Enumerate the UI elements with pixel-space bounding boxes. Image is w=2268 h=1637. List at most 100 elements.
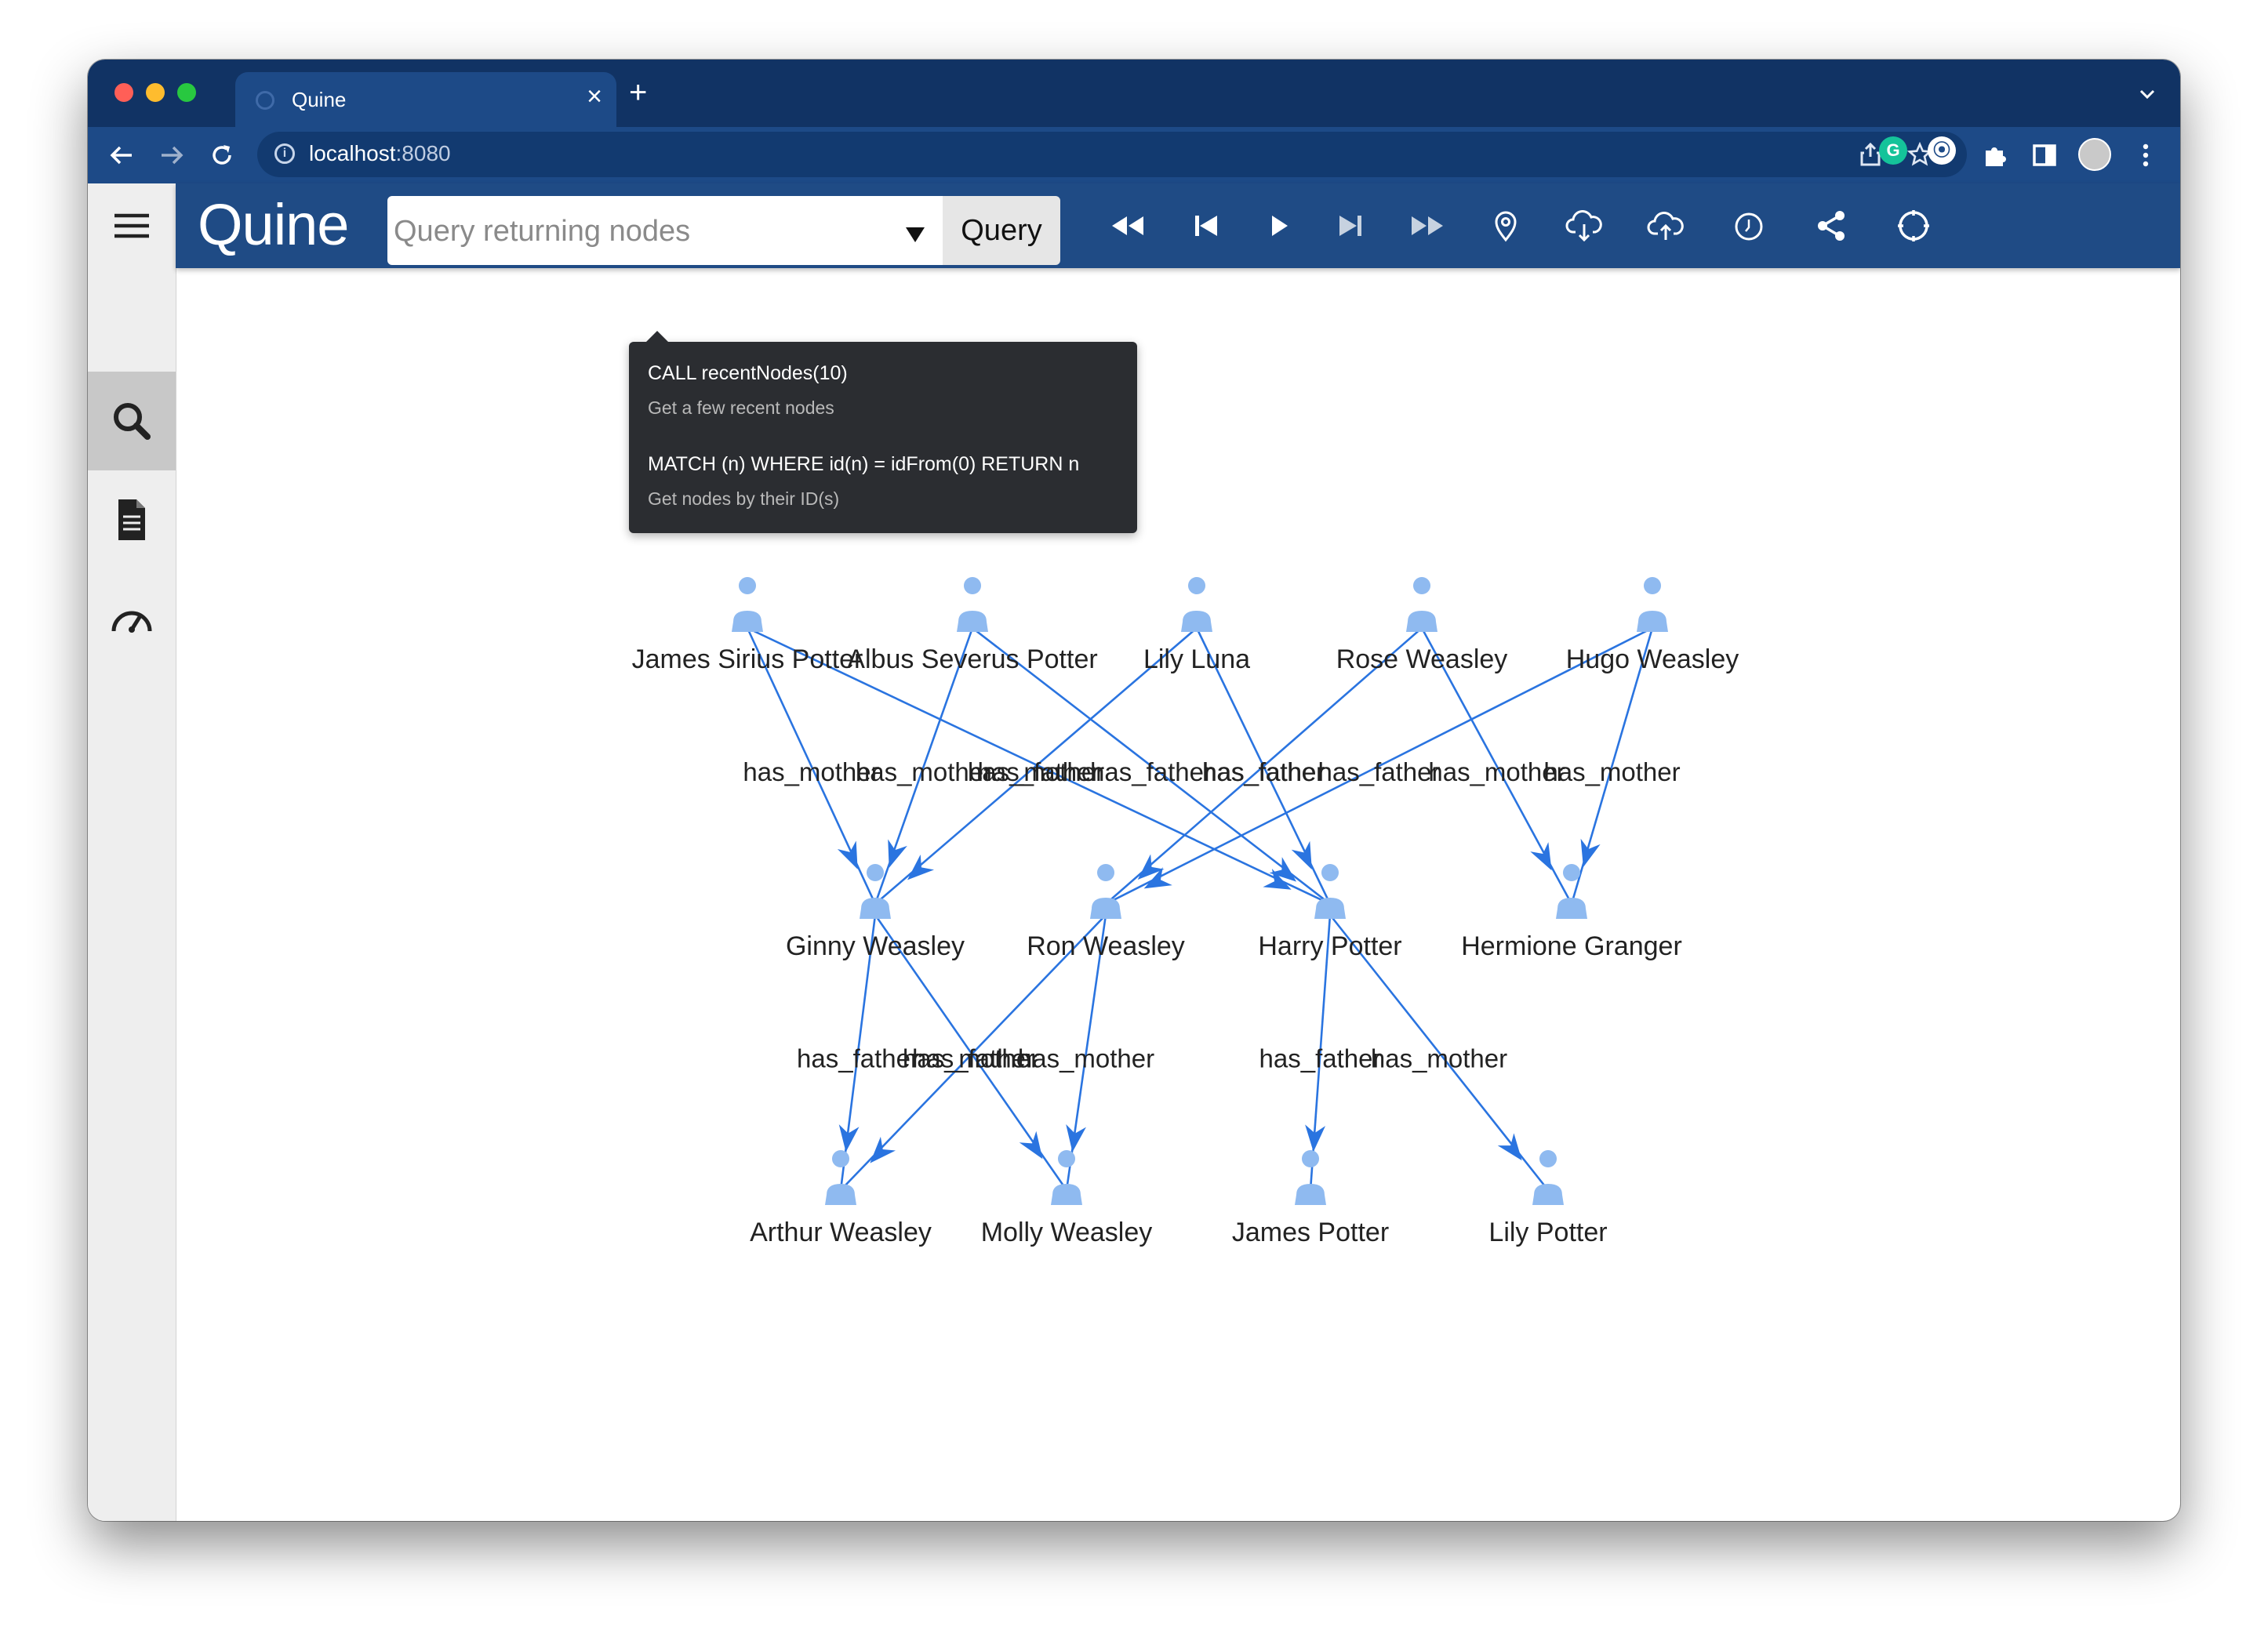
new-tab-icon[interactable]: + xyxy=(629,77,647,108)
tab-title: Quine xyxy=(292,88,347,111)
site-info-icon[interactable]: i xyxy=(274,143,295,164)
sidebar-item-search[interactable] xyxy=(88,372,176,470)
edge-arrowhead xyxy=(870,1136,896,1163)
sidebar-item-metrics[interactable] xyxy=(88,572,176,671)
node-label: Albus Severus Potter xyxy=(847,644,1097,674)
person-node-icon xyxy=(957,577,988,632)
person-node-icon xyxy=(1406,577,1437,632)
edge-label: has_father xyxy=(978,757,1100,786)
graph-node[interactable]: James Potter xyxy=(1232,1150,1389,1247)
edge-label: has_father xyxy=(1090,757,1212,786)
zoom-window-button[interactable] xyxy=(177,83,196,102)
suggestion-description: Get a few recent nodes xyxy=(648,397,834,418)
edge-arrowhead xyxy=(888,839,907,868)
person-node-icon xyxy=(1090,864,1121,919)
node-label: Hugo Weasley xyxy=(1566,644,1739,674)
query-input[interactable] xyxy=(387,196,881,267)
skip-back-icon[interactable] xyxy=(1184,204,1228,248)
person-node-icon xyxy=(1637,577,1668,632)
graph-node[interactable]: Lily Luna xyxy=(1143,577,1250,674)
grammarly-extension-icon[interactable]: G xyxy=(1879,136,1907,165)
extensions-puzzle-icon[interactable] xyxy=(1981,141,2009,169)
node-label: James Sirius Potter xyxy=(632,644,863,674)
forward-icon[interactable] xyxy=(158,142,185,169)
suggestion-query: MATCH (n) WHERE id(n) = idFrom(0) RETURN… xyxy=(648,453,1080,475)
browser-tab[interactable]: Quine × xyxy=(235,72,616,127)
location-pin-icon[interactable] xyxy=(1484,204,1528,248)
nodes-layer: James Sirius PotterAlbus Severus Potter L… xyxy=(632,577,1739,1247)
node-label: Ron Weasley xyxy=(1027,931,1185,961)
tab-bar: Quine × + xyxy=(88,60,2180,127)
edge-arrowhead xyxy=(1019,1131,1043,1160)
suggestion-query: CALL recentNodes(10) xyxy=(648,362,848,384)
node-label: Harry Potter xyxy=(1258,931,1401,961)
menu-icon xyxy=(114,213,149,238)
fast-forward-icon[interactable] xyxy=(1405,204,1449,248)
edge-label: has_father xyxy=(1203,757,1325,786)
graph-node[interactable]: Molly Weasley xyxy=(981,1150,1153,1247)
sidebar-item-documents[interactable] xyxy=(88,470,176,569)
back-icon[interactable] xyxy=(108,142,135,169)
query-dropdown-arrow-icon[interactable] xyxy=(905,226,925,243)
edge-label: has_father xyxy=(797,1044,919,1073)
suggestion-item[interactable]: MATCH (n) WHERE id(n) = idFrom(0) RETURN… xyxy=(648,453,1079,510)
document-icon xyxy=(118,499,145,540)
graph-node[interactable]: Hermione Granger xyxy=(1461,864,1682,961)
edge-label: has_mother xyxy=(1543,757,1680,786)
person-node-icon xyxy=(732,577,763,632)
cloud-download-icon[interactable] xyxy=(1562,204,1606,248)
crosshair-icon[interactable] xyxy=(1892,204,1935,248)
person-node-icon xyxy=(1314,864,1346,919)
query-box xyxy=(387,196,943,267)
query-button[interactable]: Query xyxy=(943,196,1060,265)
node-label: James Potter xyxy=(1232,1218,1389,1247)
share-icon[interactable] xyxy=(1810,204,1854,248)
url-field[interactable]: i localhost:8080 xyxy=(257,132,1967,177)
suggestion-item[interactable]: CALL recentNodes(10) Get a few recent no… xyxy=(648,362,848,419)
cloud-upload-icon[interactable] xyxy=(1644,204,1688,248)
graph-node[interactable]: Lily Potter xyxy=(1488,1150,1608,1247)
url-text: localhost:8080 xyxy=(309,141,451,166)
graph-node[interactable]: James Sirius Potter xyxy=(632,577,863,674)
graph-node[interactable]: Rose Weasley xyxy=(1336,577,1508,674)
node-label: Molly Weasley xyxy=(981,1218,1153,1247)
play-icon[interactable] xyxy=(1256,204,1300,248)
person-node-icon xyxy=(1556,864,1587,919)
minimize-window-button[interactable] xyxy=(146,83,165,102)
app-toolbar: Quine Query xyxy=(176,183,2180,268)
reload-icon[interactable] xyxy=(209,142,235,169)
profile-avatar[interactable] xyxy=(2078,138,2111,171)
graph-node[interactable]: Albus Severus Potter xyxy=(847,577,1098,674)
rewind-icon[interactable] xyxy=(1106,204,1150,248)
tab-favicon-icon xyxy=(256,91,274,110)
edge-arrowhead xyxy=(1580,838,1601,868)
tab-search-chevron-icon[interactable] xyxy=(2136,83,2158,105)
share-page-icon[interactable] xyxy=(1859,142,1882,167)
edge-label: has_father xyxy=(1318,757,1441,786)
browser-window: Quine × + i localhost:8080 G ⦿ Quine Que… xyxy=(88,60,2180,1521)
browser-menu-icon[interactable] xyxy=(2141,142,2150,169)
suggestion-description: Get nodes by their ID(s) xyxy=(648,488,840,509)
side-panel-icon[interactable] xyxy=(2031,142,2058,169)
extension-icon[interactable]: ⦿ xyxy=(1928,136,1956,165)
graph-node[interactable]: Hugo Weasley xyxy=(1566,577,1739,674)
close-window-button[interactable] xyxy=(114,83,133,102)
graph-node[interactable]: Ron Weasley xyxy=(1027,864,1185,961)
speedometer-icon xyxy=(111,611,152,633)
menu-button[interactable] xyxy=(88,183,176,282)
person-node-icon xyxy=(1181,577,1212,632)
address-bar: i localhost:8080 G ⦿ xyxy=(88,127,2180,183)
edge-arrowhead xyxy=(907,855,935,880)
node-label: Lily Potter xyxy=(1488,1218,1607,1247)
edge-label: has_father xyxy=(1259,1044,1382,1073)
url-host: localhost xyxy=(309,141,396,165)
graph-canvas[interactable]: has_motherhas_motherhas_motherhas_father… xyxy=(176,268,2180,1521)
close-tab-icon[interactable]: × xyxy=(587,83,602,110)
node-label: Rose Weasley xyxy=(1336,644,1508,674)
left-sidebar xyxy=(88,183,176,1521)
skip-forward-icon[interactable] xyxy=(1328,204,1372,248)
timer-icon[interactable] xyxy=(1727,204,1771,248)
quine-logo: Quine xyxy=(198,192,349,257)
graph-node[interactable]: Ginny Weasley xyxy=(786,864,965,961)
graph-node[interactable]: Arthur Weasley xyxy=(750,1150,932,1247)
